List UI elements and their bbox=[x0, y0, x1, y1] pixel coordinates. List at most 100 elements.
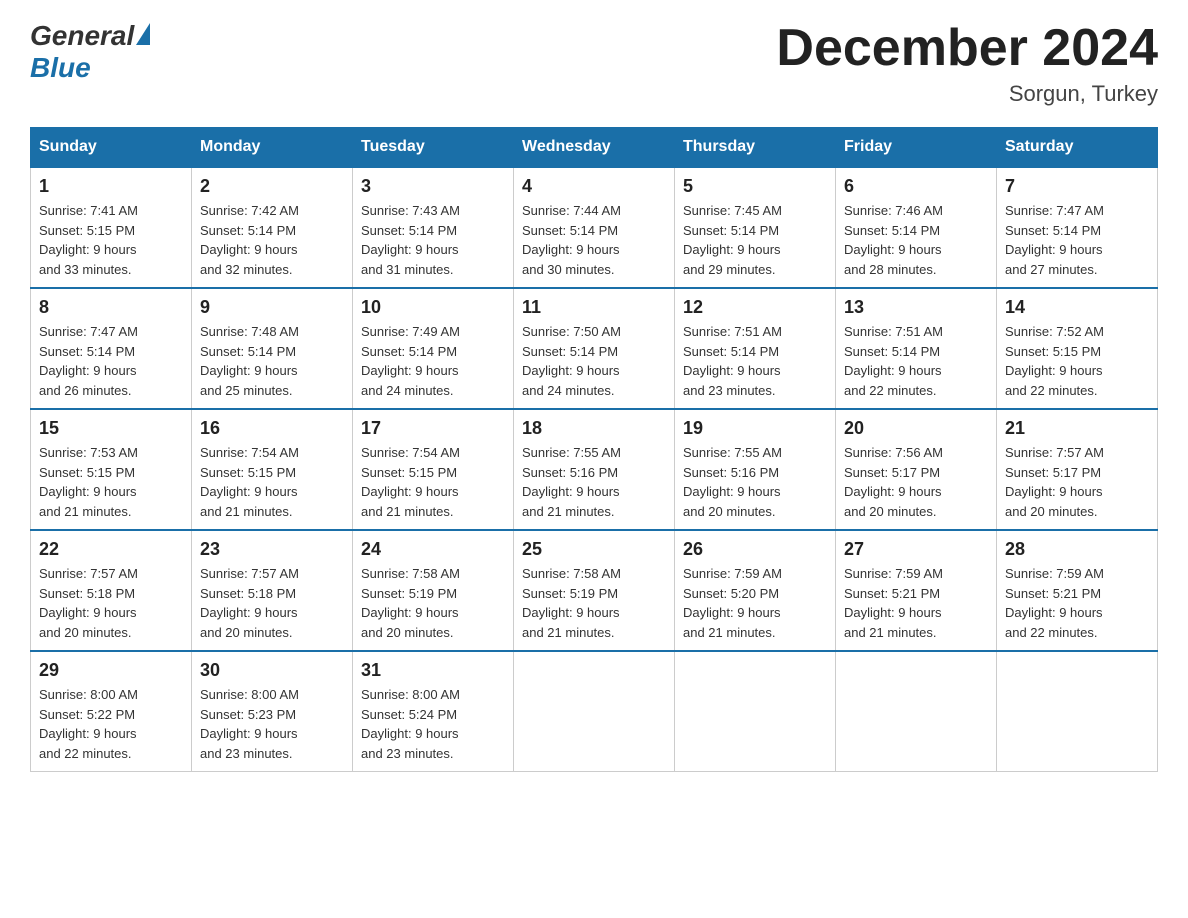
sunrise-label: Sunrise: 7:43 AM bbox=[361, 203, 460, 218]
day-number: 1 bbox=[39, 176, 183, 197]
sunset-label: Sunset: 5:15 PM bbox=[200, 465, 296, 480]
daylight-minutes: and 29 minutes. bbox=[683, 262, 776, 277]
daylight-minutes: and 20 minutes. bbox=[683, 504, 776, 519]
calendar-week-row: 1 Sunrise: 7:41 AM Sunset: 5:15 PM Dayli… bbox=[31, 167, 1158, 288]
sunrise-label: Sunrise: 7:44 AM bbox=[522, 203, 621, 218]
sunrise-label: Sunrise: 7:58 AM bbox=[522, 566, 621, 581]
header-cell-sunday: Sunday bbox=[31, 128, 192, 168]
calendar-cell: 3 Sunrise: 7:43 AM Sunset: 5:14 PM Dayli… bbox=[353, 167, 514, 288]
daylight-label: Daylight: 9 hours bbox=[361, 605, 459, 620]
sunrise-label: Sunrise: 7:57 AM bbox=[1005, 445, 1104, 460]
calendar-cell: 13 Sunrise: 7:51 AM Sunset: 5:14 PM Dayl… bbox=[836, 288, 997, 409]
day-info: Sunrise: 7:57 AM Sunset: 5:18 PM Dayligh… bbox=[200, 564, 344, 642]
daylight-label: Daylight: 9 hours bbox=[1005, 605, 1103, 620]
sunset-label: Sunset: 5:14 PM bbox=[683, 344, 779, 359]
daylight-minutes: and 21 minutes. bbox=[844, 625, 937, 640]
calendar-cell: 31 Sunrise: 8:00 AM Sunset: 5:24 PM Dayl… bbox=[353, 651, 514, 772]
location: Sorgun, Turkey bbox=[776, 81, 1158, 107]
header-cell-friday: Friday bbox=[836, 128, 997, 168]
sunset-label: Sunset: 5:14 PM bbox=[361, 344, 457, 359]
sunrise-label: Sunrise: 7:45 AM bbox=[683, 203, 782, 218]
day-info: Sunrise: 7:50 AM Sunset: 5:14 PM Dayligh… bbox=[522, 322, 666, 400]
sunset-label: Sunset: 5:14 PM bbox=[200, 223, 296, 238]
calendar-week-row: 29 Sunrise: 8:00 AM Sunset: 5:22 PM Dayl… bbox=[31, 651, 1158, 772]
day-number: 19 bbox=[683, 418, 827, 439]
day-info: Sunrise: 7:54 AM Sunset: 5:15 PM Dayligh… bbox=[361, 443, 505, 521]
day-info: Sunrise: 7:58 AM Sunset: 5:19 PM Dayligh… bbox=[361, 564, 505, 642]
day-number: 29 bbox=[39, 660, 183, 681]
daylight-minutes: and 26 minutes. bbox=[39, 383, 132, 398]
daylight-label: Daylight: 9 hours bbox=[683, 242, 781, 257]
sunrise-label: Sunrise: 7:58 AM bbox=[361, 566, 460, 581]
day-number: 3 bbox=[361, 176, 505, 197]
sunset-label: Sunset: 5:14 PM bbox=[361, 223, 457, 238]
sunset-label: Sunset: 5:18 PM bbox=[200, 586, 296, 601]
day-info: Sunrise: 7:57 AM Sunset: 5:18 PM Dayligh… bbox=[39, 564, 183, 642]
sunset-label: Sunset: 5:14 PM bbox=[844, 344, 940, 359]
day-number: 5 bbox=[683, 176, 827, 197]
calendar-cell bbox=[675, 651, 836, 772]
day-info: Sunrise: 7:59 AM Sunset: 5:21 PM Dayligh… bbox=[844, 564, 988, 642]
calendar-cell: 2 Sunrise: 7:42 AM Sunset: 5:14 PM Dayli… bbox=[192, 167, 353, 288]
daylight-label: Daylight: 9 hours bbox=[1005, 363, 1103, 378]
calendar-cell: 15 Sunrise: 7:53 AM Sunset: 5:15 PM Dayl… bbox=[31, 409, 192, 530]
day-number: 2 bbox=[200, 176, 344, 197]
daylight-minutes: and 24 minutes. bbox=[361, 383, 454, 398]
daylight-label: Daylight: 9 hours bbox=[39, 242, 137, 257]
sunset-label: Sunset: 5:24 PM bbox=[361, 707, 457, 722]
sunrise-label: Sunrise: 7:55 AM bbox=[683, 445, 782, 460]
daylight-minutes: and 31 minutes. bbox=[361, 262, 454, 277]
sunset-label: Sunset: 5:21 PM bbox=[1005, 586, 1101, 601]
sunrise-label: Sunrise: 7:47 AM bbox=[39, 324, 138, 339]
daylight-minutes: and 21 minutes. bbox=[39, 504, 132, 519]
daylight-minutes: and 23 minutes. bbox=[683, 383, 776, 398]
day-number: 31 bbox=[361, 660, 505, 681]
daylight-minutes: and 22 minutes. bbox=[1005, 383, 1098, 398]
daylight-label: Daylight: 9 hours bbox=[361, 363, 459, 378]
daylight-label: Daylight: 9 hours bbox=[844, 363, 942, 378]
daylight-label: Daylight: 9 hours bbox=[522, 363, 620, 378]
sunset-label: Sunset: 5:21 PM bbox=[844, 586, 940, 601]
calendar-cell: 17 Sunrise: 7:54 AM Sunset: 5:15 PM Dayl… bbox=[353, 409, 514, 530]
daylight-label: Daylight: 9 hours bbox=[683, 363, 781, 378]
day-info: Sunrise: 7:45 AM Sunset: 5:14 PM Dayligh… bbox=[683, 201, 827, 279]
sunset-label: Sunset: 5:14 PM bbox=[1005, 223, 1101, 238]
sunrise-label: Sunrise: 8:00 AM bbox=[39, 687, 138, 702]
sunrise-label: Sunrise: 7:47 AM bbox=[1005, 203, 1104, 218]
day-number: 14 bbox=[1005, 297, 1149, 318]
calendar-cell: 26 Sunrise: 7:59 AM Sunset: 5:20 PM Dayl… bbox=[675, 530, 836, 651]
sunset-label: Sunset: 5:14 PM bbox=[522, 344, 618, 359]
daylight-minutes: and 25 minutes. bbox=[200, 383, 293, 398]
calendar-cell: 20 Sunrise: 7:56 AM Sunset: 5:17 PM Dayl… bbox=[836, 409, 997, 530]
day-number: 25 bbox=[522, 539, 666, 560]
calendar-week-row: 8 Sunrise: 7:47 AM Sunset: 5:14 PM Dayli… bbox=[31, 288, 1158, 409]
calendar-week-row: 15 Sunrise: 7:53 AM Sunset: 5:15 PM Dayl… bbox=[31, 409, 1158, 530]
daylight-minutes: and 23 minutes. bbox=[200, 746, 293, 761]
sunset-label: Sunset: 5:23 PM bbox=[200, 707, 296, 722]
title-area: December 2024 Sorgun, Turkey bbox=[776, 20, 1158, 107]
day-number: 17 bbox=[361, 418, 505, 439]
daylight-minutes: and 32 minutes. bbox=[200, 262, 293, 277]
sunrise-label: Sunrise: 7:56 AM bbox=[844, 445, 943, 460]
sunrise-label: Sunrise: 7:59 AM bbox=[683, 566, 782, 581]
calendar-cell: 9 Sunrise: 7:48 AM Sunset: 5:14 PM Dayli… bbox=[192, 288, 353, 409]
day-number: 27 bbox=[844, 539, 988, 560]
daylight-minutes: and 24 minutes. bbox=[522, 383, 615, 398]
daylight-minutes: and 22 minutes. bbox=[39, 746, 132, 761]
calendar-header-row: SundayMondayTuesdayWednesdayThursdayFrid… bbox=[31, 128, 1158, 168]
sunrise-label: Sunrise: 8:00 AM bbox=[200, 687, 299, 702]
daylight-minutes: and 21 minutes. bbox=[200, 504, 293, 519]
day-number: 26 bbox=[683, 539, 827, 560]
sunset-label: Sunset: 5:17 PM bbox=[844, 465, 940, 480]
daylight-minutes: and 20 minutes. bbox=[1005, 504, 1098, 519]
daylight-label: Daylight: 9 hours bbox=[200, 242, 298, 257]
month-title: December 2024 bbox=[776, 20, 1158, 77]
sunset-label: Sunset: 5:14 PM bbox=[39, 344, 135, 359]
sunset-label: Sunset: 5:15 PM bbox=[361, 465, 457, 480]
daylight-minutes: and 20 minutes. bbox=[844, 504, 937, 519]
day-number: 28 bbox=[1005, 539, 1149, 560]
day-info: Sunrise: 7:52 AM Sunset: 5:15 PM Dayligh… bbox=[1005, 322, 1149, 400]
day-number: 11 bbox=[522, 297, 666, 318]
calendar-table: SundayMondayTuesdayWednesdayThursdayFrid… bbox=[30, 127, 1158, 772]
day-info: Sunrise: 7:47 AM Sunset: 5:14 PM Dayligh… bbox=[1005, 201, 1149, 279]
